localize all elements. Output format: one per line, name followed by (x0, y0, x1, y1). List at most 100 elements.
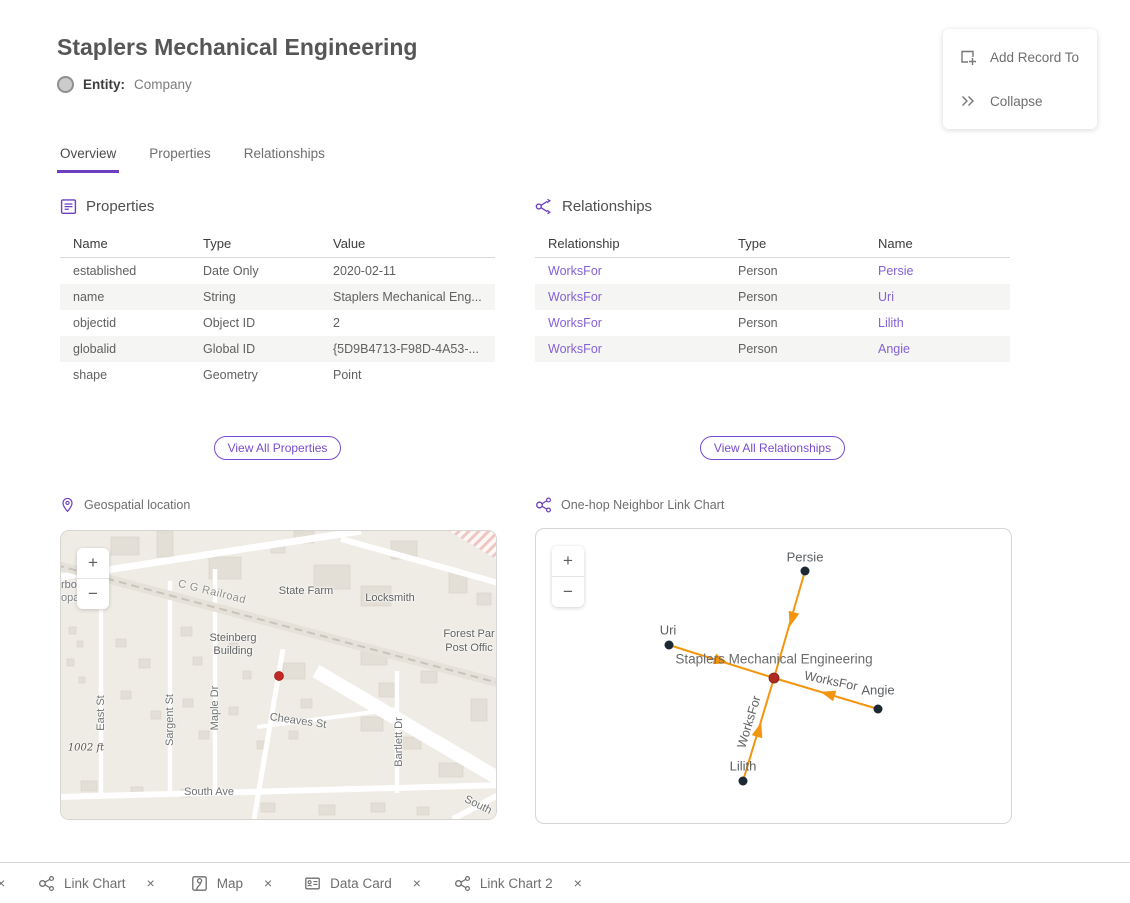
view-all-relationships-button[interactable]: View All Relationships (700, 436, 845, 460)
table-header: Relationship Type Name (535, 230, 1010, 258)
col-header: Value (320, 236, 495, 251)
link-chart-icon (454, 875, 471, 892)
table-row: WorksFor Person Angie (535, 336, 1010, 362)
cell: Date Only (190, 264, 320, 278)
relationship-link[interactable]: WorksFor (535, 264, 725, 278)
geospatial-section-header: Geospatial location (60, 497, 190, 513)
doc-tab-data-card[interactable]: Data Card × (304, 875, 421, 892)
map-label: State Farm (279, 585, 333, 597)
section-title: Properties (86, 198, 154, 215)
doc-tab-label: Map (217, 876, 243, 891)
relationship-link[interactable]: WorksFor (535, 316, 725, 330)
cell: shape (60, 368, 190, 382)
cell: {5D9B4713-F98D-4A53-... (320, 342, 495, 356)
zoom-out-button[interactable]: − (552, 577, 584, 607)
document-tab-bar: × Link Chart × Map × (0, 862, 1130, 903)
cell: Global ID (190, 342, 320, 356)
col-header: Type (190, 236, 320, 251)
entity-label: Entity: (83, 77, 125, 92)
chart-node-label: Angie (861, 683, 894, 698)
tab-bar: Overview Properties Relationships (57, 144, 328, 173)
map-label: Post Offic (445, 642, 492, 654)
table-header: Name Type Value (60, 230, 495, 258)
table-row: shape Geometry Point (60, 362, 495, 388)
doc-tab-label: Data Card (330, 876, 392, 891)
cell: Person (725, 316, 865, 330)
collapse-icon (959, 92, 977, 110)
map-label: Steinberg (209, 632, 256, 644)
col-header: Relationship (535, 236, 725, 251)
data-card-icon (304, 875, 321, 892)
table-row: globalid Global ID {5D9B4713-F98D-4A53-.… (60, 336, 495, 362)
relationships-icon (535, 198, 553, 215)
close-icon[interactable]: × (413, 875, 421, 891)
entity-link[interactable]: Angie (865, 342, 1010, 356)
map-marker (275, 672, 284, 681)
relationship-link[interactable]: WorksFor (535, 342, 725, 356)
menu-item-label: Collapse (990, 94, 1043, 109)
zoom-in-button[interactable]: + (552, 546, 584, 576)
menu-item-add-record-to[interactable]: Add Record To (943, 35, 1097, 79)
col-header: Name (865, 236, 1010, 251)
section-title: One-hop Neighbor Link Chart (561, 498, 724, 512)
cell: Geometry (190, 368, 320, 382)
linkchart-section-header: One-hop Neighbor Link Chart (535, 497, 724, 513)
table-row: established Date Only 2020-02-11 (60, 258, 495, 284)
doc-tab-label: Link Chart (64, 876, 126, 891)
map-scale-label: 1002 ft (68, 743, 104, 754)
cell: objectid (60, 316, 190, 330)
tab-overview[interactable]: Overview (57, 144, 119, 173)
map-label: East St (95, 695, 107, 730)
chart-center-node[interactable] (769, 673, 779, 683)
entity-link[interactable]: Lilith (865, 316, 1010, 330)
close-icon[interactable]: × (147, 875, 155, 891)
properties-table: Name Type Value established Date Only 20… (60, 230, 495, 388)
doc-tab-link-chart[interactable]: Link Chart × (38, 875, 155, 892)
menu-item-collapse[interactable]: Collapse (943, 79, 1097, 123)
table-row: WorksFor Person Uri (535, 284, 1010, 310)
zoom-out-button[interactable]: − (77, 579, 109, 609)
entity-link[interactable]: Uri (865, 290, 1010, 304)
map-label: Locksmith (365, 592, 415, 604)
cell: Person (725, 264, 865, 278)
close-icon[interactable]: × (574, 875, 582, 891)
cell: globalid (60, 342, 190, 356)
map-pin-icon (60, 497, 75, 513)
properties-icon (60, 198, 77, 215)
chart-node-label: Lilith (730, 759, 757, 774)
relationship-link[interactable]: WorksFor (535, 290, 725, 304)
section-title: Geospatial location (84, 498, 190, 512)
properties-section-header: Properties (60, 198, 154, 215)
view-all-properties-button[interactable]: View All Properties (214, 436, 342, 460)
context-menu: Add Record To Collapse (943, 29, 1097, 129)
table-row: WorksFor Person Persie (535, 258, 1010, 284)
tab-properties[interactable]: Properties (146, 144, 214, 173)
cell: 2 (320, 316, 495, 330)
cell: name (60, 290, 190, 304)
doc-tab-link-chart-2[interactable]: Link Chart 2 × (454, 875, 582, 892)
cell: established (60, 264, 190, 278)
close-icon[interactable]: × (0, 875, 11, 891)
entity-type-dot-icon (57, 76, 74, 93)
map-label: Building (213, 645, 252, 657)
relationships-section-header: Relationships (535, 198, 652, 215)
entity-value: Company (134, 77, 192, 92)
map-label: South Ave (184, 786, 234, 798)
col-header: Type (725, 236, 865, 251)
add-record-icon (959, 48, 977, 66)
link-chart-icon (38, 875, 55, 892)
chart-node-label: Persie (787, 550, 824, 565)
doc-tab-label: Link Chart 2 (480, 876, 553, 891)
close-icon[interactable]: × (264, 875, 272, 891)
entity-link[interactable]: Persie (865, 264, 1010, 278)
tab-relationships[interactable]: Relationships (241, 144, 328, 173)
map-viewport[interactable]: rbour opaedics C G Railroad State Farm L… (60, 530, 497, 820)
page-title: Staplers Mechanical Engineering (57, 34, 417, 61)
table-row: objectid Object ID 2 (60, 310, 495, 336)
cell: Object ID (190, 316, 320, 330)
link-chart-viewport[interactable]: Persie Uri Angie Lilith Staplers Mechani… (535, 528, 1012, 824)
doc-tab-map[interactable]: Map × (191, 875, 272, 892)
map-canvas (61, 531, 496, 819)
col-header: Name (60, 236, 190, 251)
zoom-in-button[interactable]: + (77, 548, 109, 578)
